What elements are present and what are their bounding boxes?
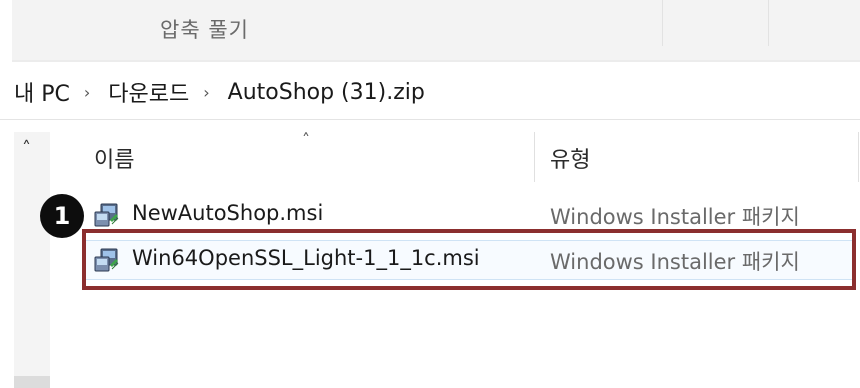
navigation-pane[interactable]	[14, 132, 50, 388]
file-type: Windows Installer 패키지	[550, 205, 800, 229]
chevron-right-icon[interactable]: ›	[84, 83, 90, 102]
msi-installer-icon	[94, 203, 119, 227]
ribbon-bar: 압축 풀기	[12, 0, 860, 60]
scrollbar[interactable]	[14, 376, 50, 388]
column-header-type[interactable]: 유형	[550, 142, 590, 174]
highlight-box	[82, 229, 856, 290]
chevron-right-icon[interactable]: ›	[203, 83, 209, 102]
column-divider[interactable]	[534, 132, 535, 182]
column-divider[interactable]	[858, 132, 859, 182]
breadcrumb-item-this-pc[interactable]: 내 PC	[14, 76, 70, 108]
address-divider	[0, 119, 860, 120]
breadcrumb-item-downloads[interactable]: 다운로드	[108, 76, 189, 108]
file-explorer-window: 압축 풀기 내 PC › 다운로드 › AutoShop (31).zip ˄ …	[0, 0, 860, 388]
breadcrumb: 내 PC › 다운로드 › AutoShop (31).zip	[14, 74, 425, 110]
step-badge: 1	[40, 194, 84, 238]
breadcrumb-item-zip[interactable]: AutoShop (31).zip	[228, 80, 425, 105]
extract-all-button[interactable]: 압축 풀기	[160, 14, 249, 44]
sort-ascending-icon: ˄	[302, 130, 310, 149]
chevron-up-icon[interactable]: ˄	[22, 138, 31, 159]
ribbon-divider	[12, 60, 860, 62]
ribbon-separator	[768, 0, 769, 46]
file-row[interactable]: NewAutoShop.msi Windows Installer 패키지	[86, 198, 856, 232]
file-name: NewAutoShop.msi	[132, 201, 324, 225]
ribbon-separator	[662, 0, 663, 46]
column-header-name[interactable]: 이름	[94, 142, 134, 174]
